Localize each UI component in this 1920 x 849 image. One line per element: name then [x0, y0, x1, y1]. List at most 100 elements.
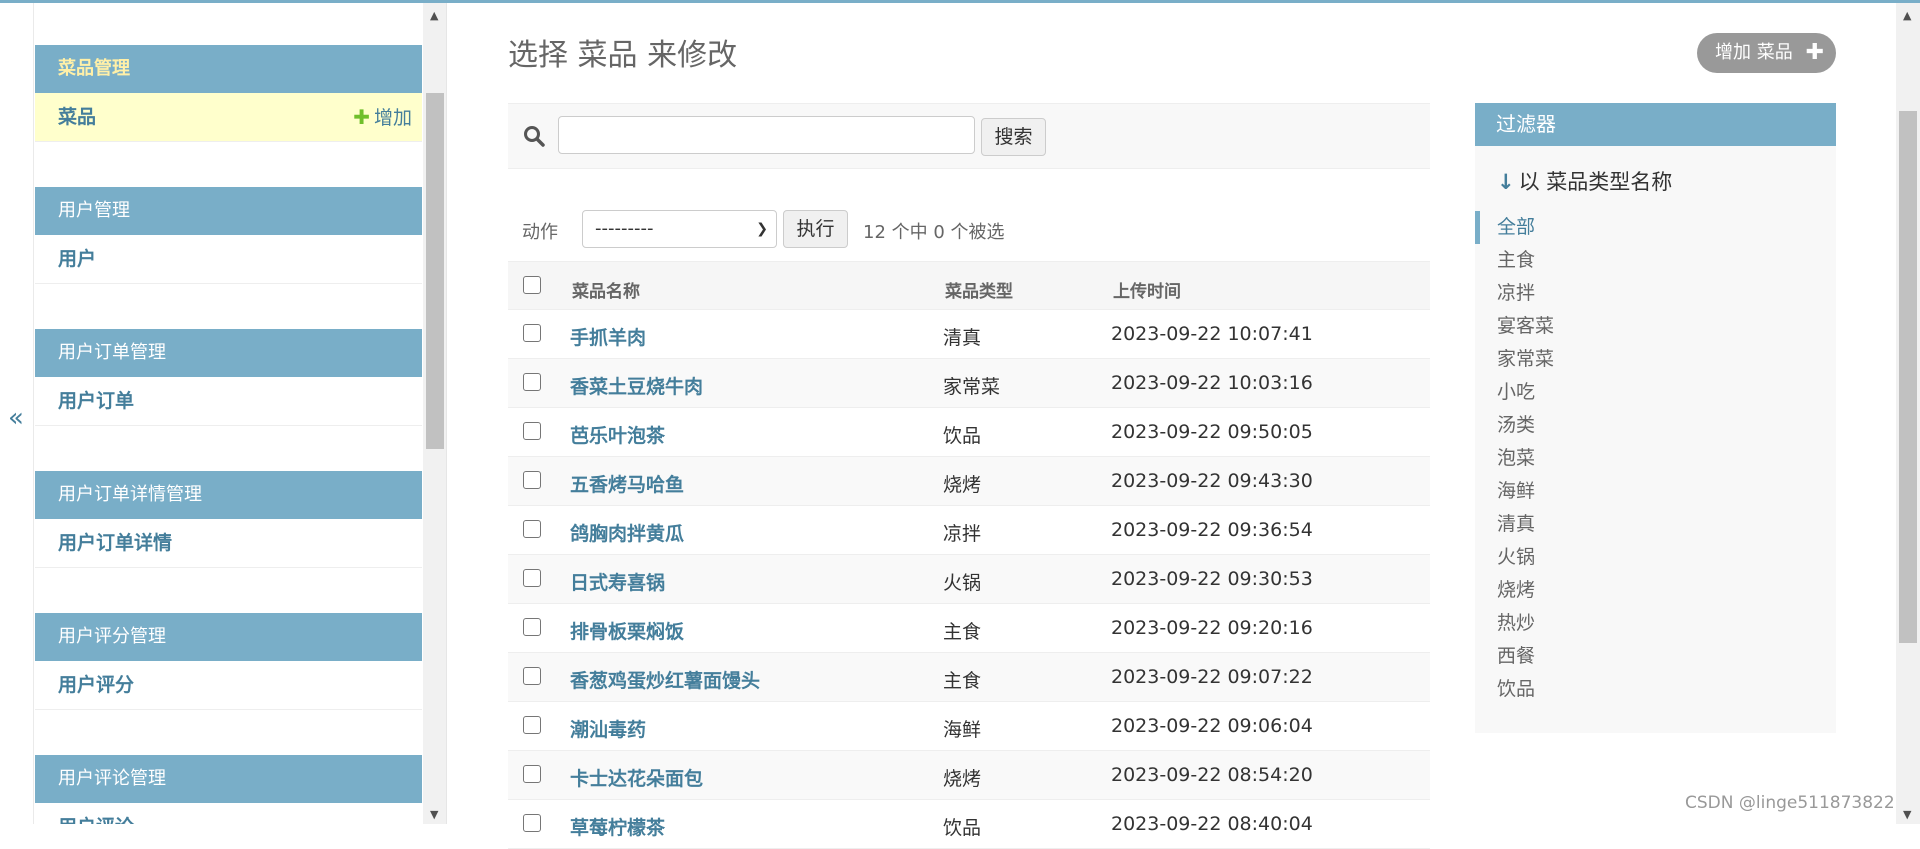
select-all-checkbox[interactable]	[523, 276, 541, 294]
dish-name-link[interactable]: 鸽胸肉拌黄瓜	[570, 523, 684, 545]
row-checkbox[interactable]	[523, 373, 541, 391]
scroll-down-arrow-icon[interactable]: ▼	[1903, 808, 1911, 821]
sidebar-item-label[interactable]: 菜品	[58, 106, 96, 128]
module-header-dishes[interactable]: 菜品管理	[35, 45, 422, 93]
filter-option[interactable]: 主食	[1475, 244, 1836, 277]
upload-time: 2023-09-22 09:43:30	[1111, 470, 1313, 492]
module-header-ratings[interactable]: 用户评分管理	[35, 613, 422, 661]
row-checkbox[interactable]	[523, 716, 541, 734]
filter-panel: 过滤器 ↓ 以 菜品类型名称 全部 主食 凉拌 宴客菜 家常菜 小吃 汤类 泡菜 …	[1475, 103, 1836, 733]
filter-title[interactable]: ↓ 以 菜品类型名称	[1497, 166, 1672, 196]
collapse-sidebar-icon[interactable]: «	[8, 403, 24, 433]
row-checkbox[interactable]	[523, 471, 541, 489]
sidebar-item-ratings[interactable]: 用户评分	[35, 661, 422, 710]
filter-option-all[interactable]: 全部	[1475, 211, 1836, 244]
filter-option[interactable]: 小吃	[1475, 376, 1836, 409]
sidebar-item-label[interactable]: 用户	[58, 248, 96, 270]
sidebar-item-order-details[interactable]: 用户订单详情	[35, 519, 422, 568]
module-ratings: 用户评分管理 用户评分	[35, 613, 422, 710]
execute-button[interactable]: 执行	[783, 210, 848, 248]
sidebar-item-label[interactable]: 用户评分	[58, 674, 134, 696]
column-header-time[interactable]: 上传时间	[1113, 277, 1181, 302]
search-input[interactable]	[558, 116, 975, 154]
actions-bar: 动作 --------- ❯ 执行 12 个中 0 个被选	[508, 206, 1430, 256]
module-header-order-details[interactable]: 用户订单详情管理	[35, 471, 422, 519]
row-checkbox[interactable]	[523, 618, 541, 636]
dish-name-link[interactable]: 卡士达花朵面包	[570, 768, 703, 790]
filter-option[interactable]: 清真	[1475, 508, 1836, 541]
table-row: 排骨板栗焖饭 主食 2023-09-22 09:20:16	[508, 604, 1430, 653]
page-scrollbar-thumb[interactable]	[1899, 111, 1917, 643]
sidebar-add-dish-link[interactable]: ✚ 增加	[353, 93, 412, 143]
action-label: 动作	[522, 222, 558, 243]
sidebar-scrollbar-thumb[interactable]	[426, 93, 444, 449]
scroll-up-arrow-icon[interactable]: ▲	[430, 9, 438, 22]
column-header-name[interactable]: 菜品名称	[572, 277, 640, 302]
filter-option[interactable]: 热炒	[1475, 607, 1836, 640]
scroll-down-arrow-icon[interactable]: ▼	[430, 808, 438, 821]
sidebar-item-label[interactable]: 用户订单详情	[58, 532, 172, 554]
selection-counter: 12 个中 0 个被选	[863, 222, 1005, 243]
module-header-orders[interactable]: 用户订单管理	[35, 329, 422, 377]
action-select[interactable]: --------- ❯	[582, 210, 777, 248]
filter-option[interactable]: 烧烤	[1475, 574, 1836, 607]
row-checkbox[interactable]	[523, 520, 541, 538]
dish-name-link[interactable]: 五香烤马哈鱼	[570, 474, 684, 496]
upload-time: 2023-09-22 09:36:54	[1111, 519, 1313, 541]
sidebar-item-orders[interactable]: 用户订单	[35, 377, 422, 426]
chevron-down-icon: ❯	[756, 221, 768, 237]
down-arrow-icon: ↓	[1497, 170, 1515, 194]
row-checkbox[interactable]	[523, 324, 541, 342]
sidebar-item-label[interactable]: 用户评论	[58, 816, 134, 824]
upload-time: 2023-09-22 08:54:20	[1111, 764, 1313, 786]
upload-time: 2023-09-22 09:06:04	[1111, 715, 1313, 737]
row-checkbox[interactable]	[523, 569, 541, 587]
upload-time: 2023-09-22 09:30:53	[1111, 568, 1313, 590]
scroll-up-arrow-icon[interactable]: ▲	[1903, 9, 1911, 22]
sidebar-item-dishes[interactable]: 菜品 ✚ 增加	[35, 93, 422, 142]
table-row: 香菜土豆烧牛肉 家常菜 2023-09-22 10:03:16	[508, 359, 1430, 408]
add-dish-button[interactable]: 增加 菜品 ✚	[1697, 33, 1836, 73]
filter-option[interactable]: 家常菜	[1475, 343, 1836, 376]
row-checkbox[interactable]	[523, 814, 541, 832]
module-header-users[interactable]: 用户管理	[35, 187, 422, 235]
upload-time: 2023-09-22 10:07:41	[1111, 323, 1313, 345]
sidebar-item-users[interactable]: 用户	[35, 235, 422, 284]
add-label: 增加	[373, 107, 412, 129]
dish-type: 饮品	[943, 425, 982, 447]
sidebar-item-label[interactable]: 用户订单	[58, 390, 134, 412]
row-checkbox[interactable]	[523, 422, 541, 440]
dish-type: 烧烤	[943, 474, 982, 496]
dish-name-link[interactable]: 排骨板栗焖饭	[570, 621, 684, 643]
dish-name-link[interactable]: 日式寿喜锅	[570, 572, 665, 594]
dish-type: 主食	[943, 621, 982, 643]
filter-option[interactable]: 海鲜	[1475, 475, 1836, 508]
dish-name-link[interactable]: 芭乐叶泡茶	[570, 425, 665, 447]
dish-name-link[interactable]: 香菜土豆烧牛肉	[570, 376, 703, 398]
table-row: 鸽胸肉拌黄瓜 凉拌 2023-09-22 09:36:54	[508, 506, 1430, 555]
filter-title-label: 以 菜品类型名称	[1518, 170, 1673, 194]
column-header-type[interactable]: 菜品类型	[945, 277, 1013, 302]
row-checkbox[interactable]	[523, 667, 541, 685]
filter-option[interactable]: 宴客菜	[1475, 310, 1836, 343]
dish-name-link[interactable]: 手抓羊肉	[570, 327, 646, 349]
dish-type: 饮品	[943, 817, 982, 839]
nav-sidebar-toggle-column[interactable]: «	[0, 3, 34, 824]
filter-option[interactable]: 凉拌	[1475, 277, 1836, 310]
filter-option[interactable]: 西餐	[1475, 640, 1836, 673]
dish-type: 家常菜	[943, 376, 1001, 398]
page-scrollbar[interactable]: ▲ ▼	[1896, 3, 1920, 824]
dish-name-link[interactable]: 草莓柠檬茶	[570, 817, 665, 839]
dish-name-link[interactable]: 香葱鸡蛋炒红薯面馒头	[570, 670, 760, 692]
sidebar-scrollbar[interactable]: ▲ ▼	[423, 3, 447, 824]
row-checkbox[interactable]	[523, 765, 541, 783]
module-header-comments[interactable]: 用户评论管理	[35, 755, 422, 803]
dish-name-link[interactable]: 潮汕毒药	[570, 719, 646, 741]
dish-type: 主食	[943, 670, 982, 692]
filter-option[interactable]: 饮品	[1475, 673, 1836, 706]
filter-option[interactable]: 汤类	[1475, 409, 1836, 442]
filter-option[interactable]: 火锅	[1475, 541, 1836, 574]
sidebar-item-comments[interactable]: 用户评论	[35, 803, 422, 824]
filter-option[interactable]: 泡菜	[1475, 442, 1836, 475]
search-button[interactable]: 搜索	[981, 118, 1046, 156]
